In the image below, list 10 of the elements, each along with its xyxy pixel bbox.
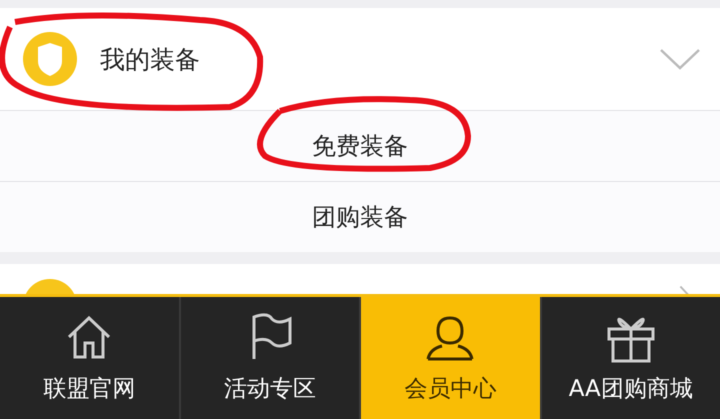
nav-tab[interactable]: 联盟官网	[0, 297, 178, 419]
chevron-icon[interactable]	[658, 47, 702, 71]
section-header[interactable]: 我的装备	[0, 8, 720, 110]
nav-tab[interactable]: 活动专区	[180, 297, 359, 419]
nav-tab[interactable]: AA团购商城	[542, 297, 720, 419]
menu-item[interactable]: 团购装备	[312, 201, 408, 233]
nav-tab[interactable]: 会员中心	[361, 297, 540, 419]
menu-item[interactable]: 免费装备	[312, 130, 408, 162]
section-title: 我的装备	[100, 44, 200, 76]
shield-icon	[22, 31, 78, 87]
